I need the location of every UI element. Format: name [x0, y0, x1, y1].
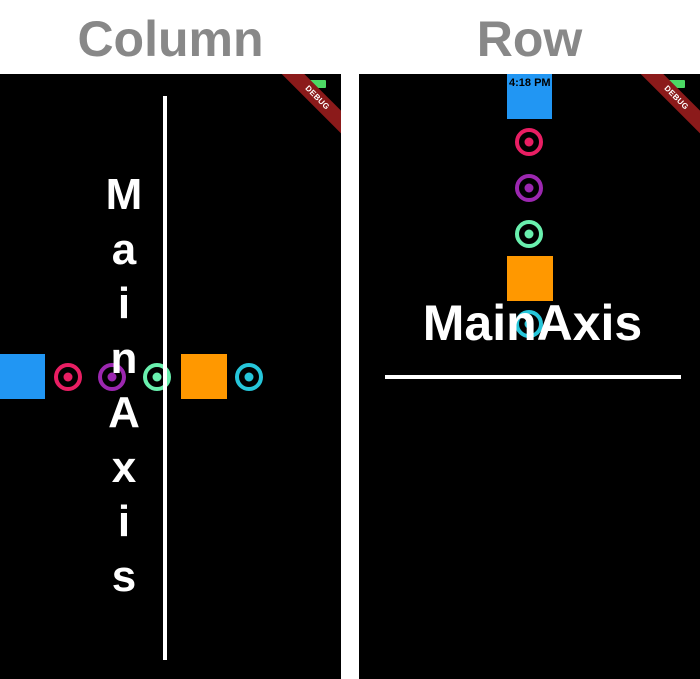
- axis-letter: i: [117, 497, 131, 546]
- axis-letter: i: [117, 279, 131, 328]
- row-phone-screen: DEBUG 4:18 PM MainAxis: [359, 74, 700, 679]
- status-time: 4:18 PM: [509, 77, 551, 89]
- row-heading: Row: [476, 11, 583, 67]
- debug-banner: DEBUG: [275, 74, 341, 140]
- blue-square: [0, 354, 45, 399]
- axis-letter: A: [108, 388, 140, 437]
- cyan-ring-icon: [235, 363, 263, 391]
- axis-letter: x: [111, 442, 137, 492]
- orange-square: [181, 354, 227, 399]
- pink-ring-icon: [54, 363, 82, 391]
- pink-ring-icon: [515, 128, 543, 156]
- column-phone-screen: DEBUG M a i n A x i s: [0, 74, 341, 679]
- axis-letter: n: [110, 333, 138, 383]
- axis-letter: s: [111, 551, 137, 601]
- main-axis-vertical-label: M a i n A x i s: [100, 168, 148, 604]
- main-axis-line: [163, 96, 167, 660]
- debug-banner: DEBUG: [634, 74, 700, 140]
- main-axis-line: [385, 375, 681, 379]
- axis-letter: a: [111, 224, 137, 274]
- purple-ring-icon: [515, 174, 543, 202]
- column-heading: Column: [77, 11, 264, 67]
- axis-letter: M: [105, 170, 143, 219]
- green-ring-icon: [515, 220, 543, 248]
- main-axis-horizontal-label: MainAxis: [422, 295, 643, 351]
